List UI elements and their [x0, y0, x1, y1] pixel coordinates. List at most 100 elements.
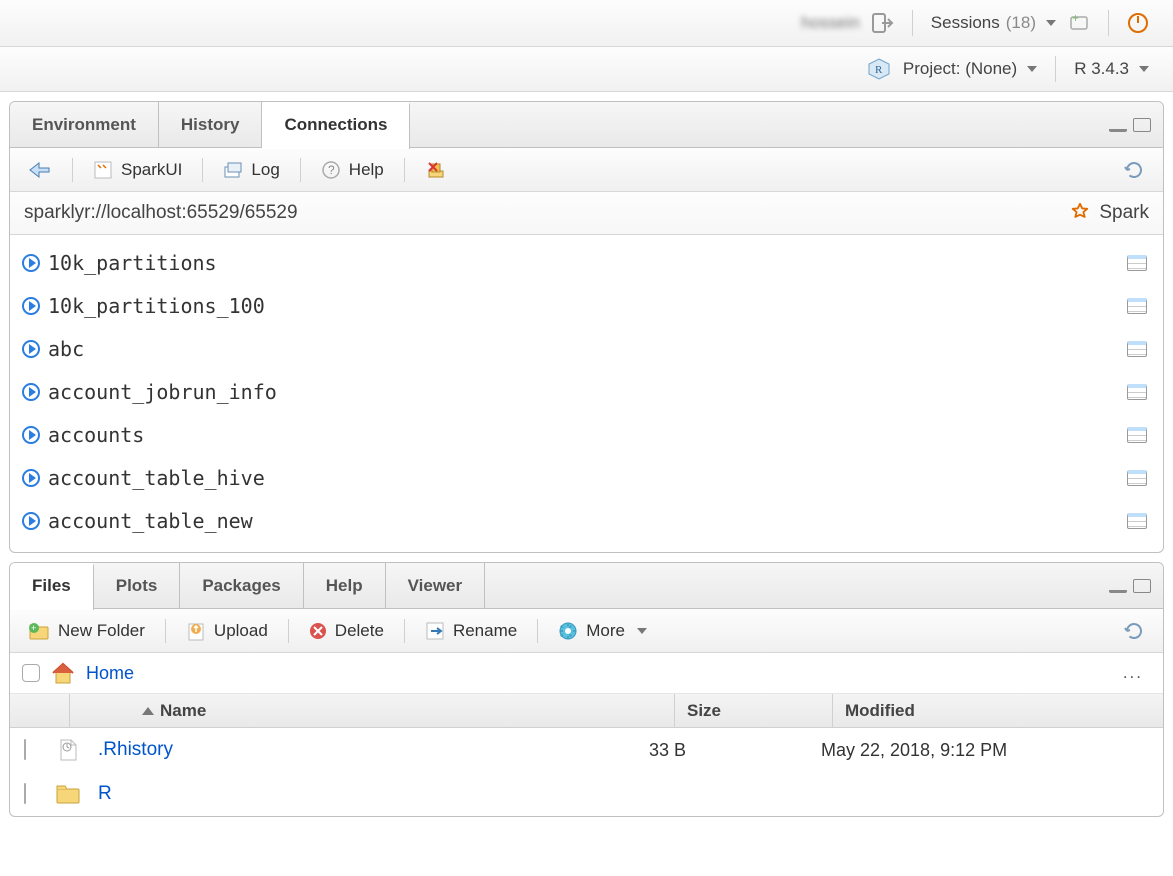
col-modified-label: Modified — [845, 701, 915, 721]
file-name[interactable]: .Rhistory — [98, 739, 635, 761]
preview-table-icon[interactable] — [1127, 384, 1147, 400]
file-name[interactable]: R — [98, 783, 635, 805]
sort-asc-icon — [142, 707, 154, 715]
expand-icon[interactable] — [22, 383, 40, 401]
upload-button[interactable]: Upload — [178, 617, 276, 645]
maximize-pane-icon[interactable] — [1133, 118, 1151, 132]
tab-packages[interactable]: Packages — [180, 563, 303, 609]
folder-icon — [56, 784, 80, 804]
sparkui-button[interactable]: SparkUI — [85, 156, 190, 184]
preview-table-icon[interactable] — [1127, 255, 1147, 271]
separator — [404, 158, 405, 182]
username-label: hossein — [795, 13, 866, 33]
breadcrumb-row: Home ... — [10, 653, 1163, 694]
back-button[interactable] — [20, 157, 60, 183]
expand-icon[interactable] — [22, 297, 40, 315]
breadcrumb-home[interactable]: Home — [86, 663, 134, 684]
r-version-menu[interactable]: R 3.4.3 — [1068, 59, 1155, 79]
preview-table-icon[interactable] — [1127, 298, 1147, 314]
breadcrumb-more-icon[interactable]: ... — [1123, 663, 1151, 683]
connections-pane: Environment History Connections SparkUI … — [9, 101, 1164, 553]
col-modified[interactable]: Modified — [833, 694, 1163, 727]
home-icon[interactable] — [50, 661, 76, 685]
delete-label: Delete — [335, 621, 384, 641]
new-folder-button[interactable]: + New Folder — [20, 617, 153, 645]
separator — [202, 158, 203, 182]
connections-tabs: Environment History Connections — [10, 102, 1163, 148]
tab-history[interactable]: History — [159, 102, 263, 148]
new-folder-label: New Folder — [58, 621, 145, 641]
r-logo-icon: R — [861, 58, 897, 80]
connection-address: sparklyr://localhost:65529/65529 — [24, 202, 298, 224]
quit-session-icon[interactable] — [1121, 12, 1155, 34]
tab-files[interactable]: Files — [10, 563, 94, 610]
table-name: abc — [48, 337, 1127, 361]
col-name[interactable]: Name — [130, 694, 675, 727]
row-checkbox[interactable] — [24, 739, 26, 760]
table-row[interactable]: accounts — [10, 413, 1163, 456]
spark-provider-label: Spark — [1099, 202, 1149, 224]
minimize-pane-icon[interactable] — [1109, 579, 1127, 593]
row-checkbox[interactable] — [24, 783, 26, 804]
more-menu[interactable]: More — [550, 617, 655, 645]
files-pane: Files Plots Packages Help Viewer + New F… — [9, 562, 1164, 817]
separator — [300, 158, 301, 182]
project-menu[interactable]: Project: (None) — [897, 59, 1043, 79]
preview-table-icon[interactable] — [1127, 427, 1147, 443]
help-button[interactable]: ? Help — [313, 156, 392, 184]
chevron-down-icon — [1046, 20, 1056, 26]
files-toolbar: + New Folder Upload Delete Rename More — [10, 609, 1163, 653]
tab-connections[interactable]: Connections — [262, 102, 410, 149]
preview-table-icon[interactable] — [1127, 470, 1147, 486]
project-label: Project: (None) — [903, 59, 1017, 79]
expand-icon[interactable] — [22, 512, 40, 530]
col-size[interactable]: Size — [675, 694, 833, 727]
disconnect-button[interactable] — [417, 155, 455, 185]
refresh-button[interactable] — [1115, 616, 1153, 646]
table-row[interactable]: account_table_new — [10, 499, 1163, 542]
expand-icon[interactable] — [22, 254, 40, 272]
table-name: account_table_new — [48, 509, 1127, 533]
tables-list: 10k_partitions 10k_partitions_100 abc ac… — [10, 235, 1163, 552]
separator — [912, 10, 913, 36]
table-row[interactable]: 10k_partitions — [10, 241, 1163, 284]
expand-icon[interactable] — [22, 340, 40, 358]
separator — [165, 619, 166, 643]
minimize-pane-icon[interactable] — [1109, 118, 1127, 132]
preview-table-icon[interactable] — [1127, 341, 1147, 357]
rename-label: Rename — [453, 621, 517, 641]
file-row[interactable]: .Rhistory 33 B May 22, 2018, 9:12 PM — [10, 728, 1163, 772]
select-all-checkbox[interactable] — [22, 664, 40, 682]
separator — [1055, 56, 1056, 82]
tab-viewer[interactable]: Viewer — [386, 563, 486, 609]
table-row[interactable]: account_jobrun_info — [10, 370, 1163, 413]
file-row[interactable]: R — [10, 772, 1163, 816]
expand-icon[interactable] — [22, 426, 40, 444]
table-row[interactable]: 10k_partitions_100 — [10, 284, 1163, 327]
maximize-pane-icon[interactable] — [1133, 579, 1151, 593]
tab-environment[interactable]: Environment — [10, 102, 159, 148]
new-session-icon[interactable]: + — [1062, 14, 1096, 32]
svg-text:+: + — [1072, 14, 1079, 25]
refresh-button[interactable] — [1115, 155, 1153, 185]
log-button[interactable]: Log — [215, 156, 287, 184]
sessions-menu[interactable]: Sessions (18) — [925, 13, 1062, 33]
spark-provider-badge[interactable]: Spark — [1069, 202, 1149, 224]
delete-button[interactable]: Delete — [301, 617, 392, 645]
rename-button[interactable]: Rename — [417, 617, 525, 645]
table-row[interactable]: abc — [10, 327, 1163, 370]
project-toolbar: R Project: (None) R 3.4.3 — [0, 47, 1173, 92]
chevron-down-icon — [637, 628, 647, 634]
separator — [1108, 10, 1109, 36]
sign-out-icon[interactable] — [866, 13, 900, 33]
file-icon — [56, 738, 80, 762]
svg-text:?: ? — [328, 163, 335, 177]
log-label: Log — [251, 160, 279, 180]
separator — [404, 619, 405, 643]
svg-text:R: R — [875, 64, 883, 76]
preview-table-icon[interactable] — [1127, 513, 1147, 529]
tab-help[interactable]: Help — [304, 563, 386, 609]
table-row[interactable]: account_table_hive — [10, 456, 1163, 499]
expand-icon[interactable] — [22, 469, 40, 487]
tab-plots[interactable]: Plots — [94, 563, 181, 609]
